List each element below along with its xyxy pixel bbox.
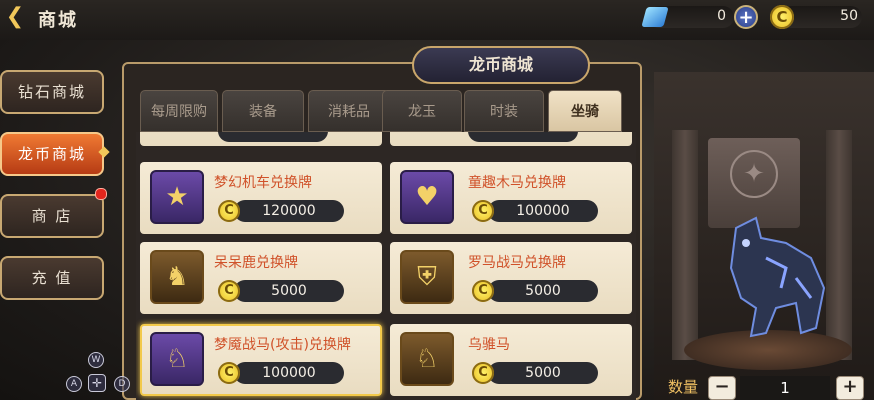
key-a-icon[interactable]: A bbox=[66, 376, 82, 392]
page-title: 商城 bbox=[38, 10, 78, 31]
sidebar-item-store[interactable]: 商 店 bbox=[0, 194, 104, 238]
emblem-icon: ✦ bbox=[730, 150, 778, 198]
list-item[interactable]: ♘ 乌骓马 5000 C bbox=[390, 324, 632, 396]
item-price: 100000 bbox=[488, 200, 598, 222]
badge-star-icon: ★ bbox=[150, 170, 204, 224]
item-price: 5000 bbox=[488, 362, 598, 384]
tab-equipment[interactable]: 装备 bbox=[222, 90, 304, 132]
list-item[interactable]: ⛨ 罗马战马兑换牌 5000 C bbox=[390, 242, 632, 314]
tab-consumables[interactable]: 消耗品 bbox=[308, 90, 390, 132]
item-name: 梦幻机车兑换牌 bbox=[214, 175, 312, 191]
add-diamond-button[interactable]: + bbox=[734, 5, 758, 29]
badge-nightmare-icon: ♘ bbox=[150, 332, 204, 386]
quantity-input[interactable]: 1 bbox=[740, 376, 830, 400]
item-price: 5000 bbox=[234, 280, 344, 302]
notification-dot-icon bbox=[95, 188, 107, 200]
item-list: ★ 梦幻机车兑换牌 120000 C ♥ 童趣木马兑换牌 100000 C ♞ … bbox=[136, 132, 636, 400]
item-name: 梦魇战马(攻击)兑换牌 bbox=[214, 337, 351, 353]
tab-fashion[interactable]: 时装 bbox=[464, 90, 544, 132]
list-item-selected[interactable]: ♘ 梦魇战马(攻击)兑换牌 100000 C bbox=[140, 324, 382, 396]
dpad-icon[interactable]: ✛ bbox=[88, 374, 106, 392]
item-price: 120000 bbox=[234, 200, 344, 222]
dragon-coin-icon: C bbox=[218, 200, 240, 222]
back-arrow-icon[interactable]: ❮ bbox=[2, 4, 28, 30]
coin-count: 50 bbox=[840, 8, 858, 24]
price-bar bbox=[468, 132, 578, 142]
dragon-coin-icon: C bbox=[218, 280, 240, 302]
key-d-icon[interactable]: D bbox=[114, 376, 130, 392]
dragon-coin-icon: C bbox=[472, 200, 494, 222]
tab-weekly-limit[interactable]: 每周限购 bbox=[140, 90, 218, 132]
quantity-decrease-button[interactable]: − bbox=[708, 376, 736, 400]
badge-deer-icon: ♞ bbox=[150, 250, 204, 304]
item-name: 童趣木马兑换牌 bbox=[468, 175, 566, 191]
dragon-coin-icon: C bbox=[218, 362, 240, 384]
list-item-partial[interactable] bbox=[390, 132, 632, 146]
diamond-count: 0 bbox=[717, 8, 726, 24]
item-price: 100000 bbox=[234, 362, 344, 384]
item-price: 5000 bbox=[488, 280, 598, 302]
dragon-coin-icon: C bbox=[472, 280, 494, 302]
badge-shield-icon: ⛨ bbox=[400, 250, 454, 304]
horse-icon: ♘ bbox=[400, 332, 454, 386]
price-bar bbox=[218, 132, 328, 142]
tab-mounts[interactable]: 坐骑 bbox=[548, 90, 622, 132]
list-item[interactable]: ★ 梦幻机车兑换牌 120000 C bbox=[140, 162, 382, 234]
list-item[interactable]: ♞ 呆呆鹿兑换牌 5000 C bbox=[140, 242, 382, 314]
quantity-label: 数量 bbox=[668, 378, 699, 396]
item-name: 呆呆鹿兑换牌 bbox=[214, 255, 298, 271]
dragon-coin-icon: C bbox=[472, 362, 494, 384]
item-name: 乌骓马 bbox=[468, 337, 510, 353]
list-item-partial[interactable] bbox=[140, 132, 382, 146]
mount-model[interactable] bbox=[706, 208, 834, 348]
sidebar-item-diamond-shop[interactable]: 钻石商城 bbox=[0, 70, 104, 114]
sidebar-item-recharge[interactable]: 充 值 bbox=[0, 256, 104, 300]
key-w-icon[interactable]: W bbox=[88, 352, 104, 368]
item-name: 罗马战马兑换牌 bbox=[468, 255, 566, 271]
panel-title: 龙币商城 bbox=[412, 46, 590, 84]
tab-dragon-jade[interactable]: 龙玉 bbox=[382, 90, 462, 132]
list-item[interactable]: ♥ 童趣木马兑换牌 100000 C bbox=[390, 162, 632, 234]
badge-heart-icon: ♥ bbox=[400, 170, 454, 224]
sidebar-item-dragon-coin-shop[interactable]: 龙币商城 bbox=[0, 132, 104, 176]
quantity-increase-button[interactable]: + bbox=[836, 376, 864, 400]
pillar bbox=[672, 130, 698, 360]
dragon-coin-icon: C bbox=[770, 5, 794, 29]
